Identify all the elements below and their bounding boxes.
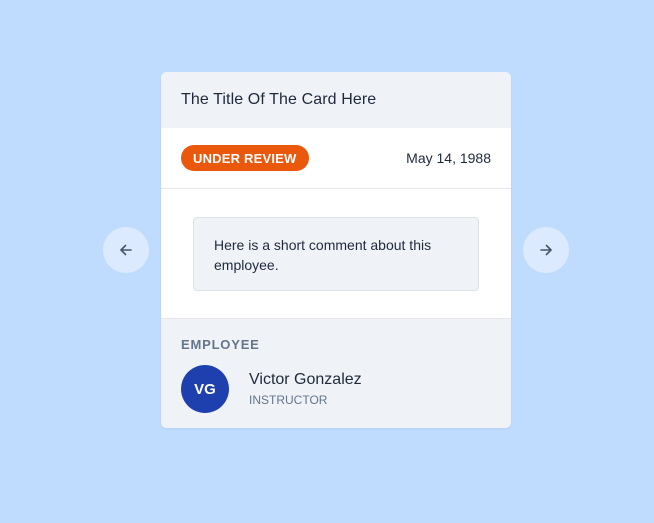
status-row: UNDER REVIEW May 14, 1988 <box>161 128 511 189</box>
employee-row: VG Victor Gonzalez INSTRUCTOR <box>181 365 491 413</box>
arrow-right-icon <box>538 242 554 258</box>
avatar: VG <box>181 365 229 413</box>
employee-info: Victor Gonzalez INSTRUCTOR <box>249 370 362 408</box>
comment-box: Here is a short comment about this emplo… <box>193 217 479 291</box>
employee-role: INSTRUCTOR <box>249 393 328 407</box>
status-date: May 14, 1988 <box>406 150 491 166</box>
card-header: The Title Of The Card Here <box>161 72 511 128</box>
comment-section: Here is a short comment about this emplo… <box>161 189 511 319</box>
card-title: The Title Of The Card Here <box>181 91 377 108</box>
employee-card: The Title Of The Card Here UNDER REVIEW … <box>161 72 511 428</box>
previous-button[interactable] <box>103 227 149 273</box>
status-badge: UNDER REVIEW <box>181 145 309 171</box>
next-button[interactable] <box>523 227 569 273</box>
employee-heading: EMPLOYEE <box>181 337 260 352</box>
employee-name: Victor Gonzalez <box>249 371 362 388</box>
arrow-left-icon <box>118 242 134 258</box>
employee-section: EMPLOYEE VG Victor Gonzalez INSTRUCTOR <box>161 319 511 428</box>
comment-text: Here is a short comment about this emplo… <box>214 237 432 273</box>
